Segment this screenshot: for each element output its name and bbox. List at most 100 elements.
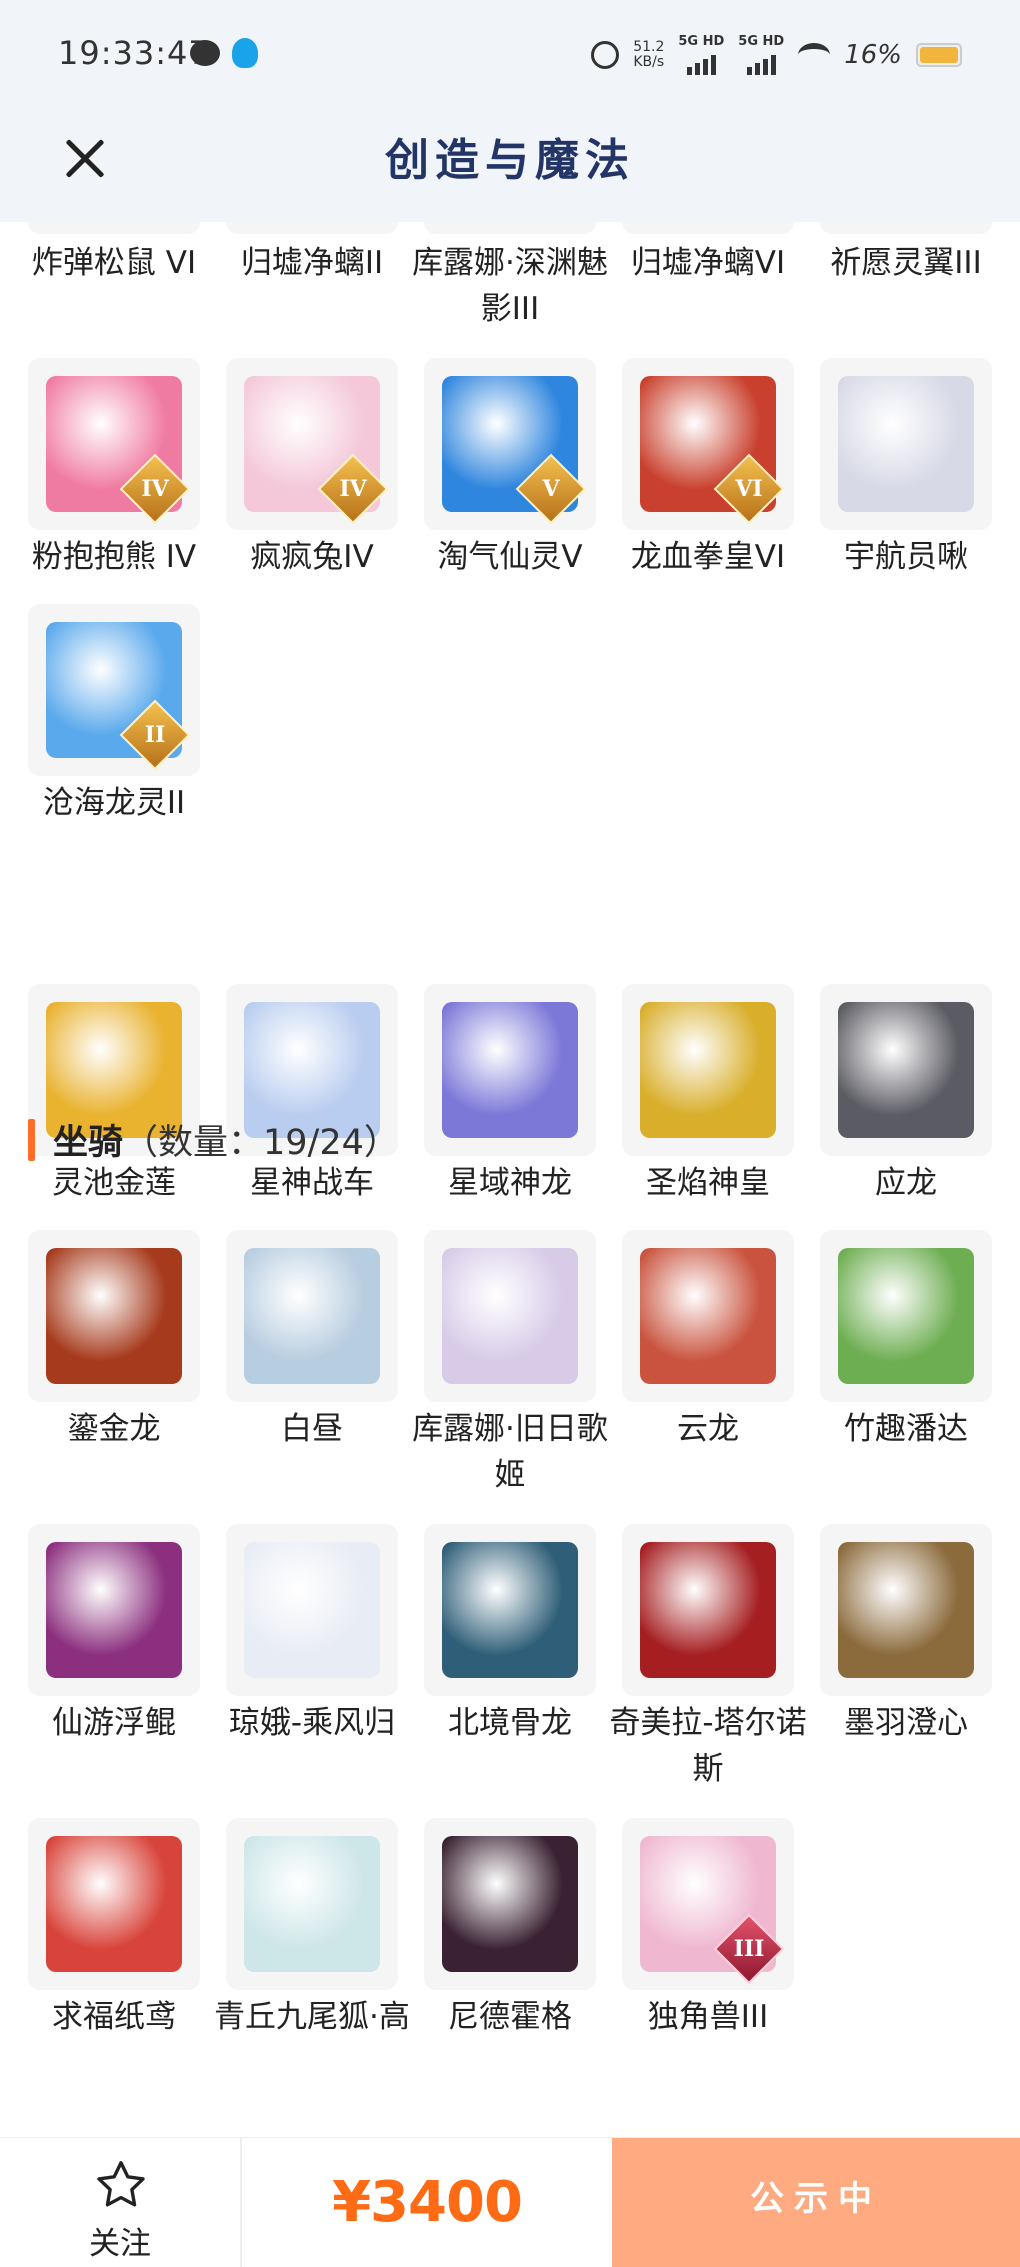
- section-count: （数量：19/24）: [123, 1123, 399, 1163]
- mount-name: 求福纸鸢: [52, 1999, 176, 2035]
- pet-name: 祈愿灵翼III: [830, 245, 982, 281]
- follow-button[interactable]: 关注: [0, 2138, 242, 2267]
- mount-item[interactable]: 灵池金莲: [28, 984, 200, 1206]
- mount-item[interactable]: 圣焰神皇: [622, 984, 794, 1206]
- pet-item[interactable]: VI 龙血拳皇VI: [622, 358, 794, 580]
- pet-name: 疯疯兔IV: [250, 539, 374, 575]
- mount-name: 云龙: [677, 1411, 739, 1447]
- mount-artwork: [838, 1002, 974, 1138]
- mount-item[interactable]: 星域神龙: [424, 984, 596, 1206]
- mount-thumbnail: [820, 984, 992, 1156]
- section-header-mounts: 坐骑 （数量：19/24）: [28, 1114, 399, 1165]
- message-icon: [190, 40, 220, 66]
- mount-item[interactable]: 琼娥-乘风归: [226, 1524, 398, 1746]
- mount-item[interactable]: 仙游浮鲲: [28, 1524, 200, 1746]
- mount-name: 库露娜·旧日歌姬: [412, 1411, 608, 1493]
- mount-item[interactable]: 应龙: [820, 984, 992, 1206]
- mount-artwork: [442, 1248, 578, 1384]
- pet-thumbnail: VI: [622, 358, 794, 530]
- mount-artwork: [46, 1542, 182, 1678]
- pet-thumbnail: IV: [226, 358, 398, 530]
- mount-item[interactable]: 青丘九尾狐·高: [214, 1818, 410, 2040]
- page-title: 创造与魔法: [385, 135, 635, 186]
- pet-item[interactable]: II 沧海龙灵II: [28, 604, 200, 826]
- star-icon: [97, 2161, 145, 2207]
- pet-thumbnail: [820, 358, 992, 530]
- bottom-action-bar: 关注 ¥3400 公示中: [0, 2137, 1020, 2267]
- mount-item[interactable]: III 独角兽III: [622, 1818, 794, 2040]
- mount-name: 北境骨龙: [448, 1705, 572, 1741]
- pet-thumbnail-edge: [28, 222, 200, 234]
- mount-item[interactable]: 北境骨龙: [424, 1524, 596, 1746]
- pet-item[interactable]: IV 疯疯兔IV: [226, 358, 398, 580]
- signal-icon: 5G HD: [678, 34, 724, 75]
- mount-artwork: [640, 1002, 776, 1138]
- pet-thumbnail: IV: [28, 358, 200, 530]
- mount-artwork: [640, 1542, 776, 1678]
- mount-name: 墨羽澄心: [844, 1705, 968, 1741]
- content-area[interactable]: 炸弹松鼠 VI 归墟净螭II 库露娜·深渊魅影III 归墟净螭VI 祈愿灵翼III IV 粉…: [0, 222, 1020, 2137]
- mount-item[interactable]: 库露娜·旧日歌姬: [412, 1230, 608, 1498]
- pet-name: 库露娜·深渊魅影III: [412, 245, 608, 327]
- mount-thumbnail: [424, 1524, 596, 1696]
- mount-name: 奇美拉-塔尔诺斯: [609, 1705, 807, 1787]
- mount-item[interactable]: 鎏金龙: [28, 1230, 200, 1452]
- section-accent-bar: [28, 1118, 35, 1161]
- mount-artwork: [46, 1248, 182, 1384]
- mount-thumbnail: [28, 1524, 200, 1696]
- mount-artwork: [244, 1248, 380, 1384]
- mount-artwork: [46, 1836, 182, 1972]
- qq-icon: [232, 38, 258, 68]
- publicity-status-button[interactable]: 公示中: [612, 2138, 1020, 2267]
- mount-name: 尼德霍格: [448, 1999, 572, 2035]
- mount-name: 应龙: [875, 1165, 937, 1201]
- pet-name: 炸弹松鼠 VI: [31, 245, 197, 281]
- mount-item[interactable]: 奇美拉-塔尔诺斯: [609, 1524, 807, 1792]
- mount-thumbnail: [820, 1524, 992, 1696]
- status-bar: 19:33:47 51.2 KB/s 5G HD 5G HD 16%: [0, 0, 1020, 110]
- pet-thumbnail: V: [424, 358, 596, 530]
- mount-artwork: [442, 1002, 578, 1138]
- mount-thumbnail: [820, 1230, 992, 1402]
- pet-item[interactable]: 宇航员啾: [820, 358, 992, 580]
- mount-thumbnail: [226, 1818, 398, 1990]
- pet-item[interactable]: IV 粉抱抱熊 IV: [28, 358, 200, 580]
- mount-name: 白昼: [281, 1411, 343, 1447]
- mount-artwork: [640, 1248, 776, 1384]
- mount-thumbnail: [424, 1230, 596, 1402]
- mount-name: 琼娥-乘风归: [228, 1705, 396, 1741]
- mount-thumbnail: III: [622, 1818, 794, 1990]
- mount-item[interactable]: 尼德霍格: [424, 1818, 596, 2040]
- mount-thumbnail: [424, 1818, 596, 1990]
- mount-name: 灵池金莲: [52, 1165, 176, 1201]
- mount-name: 圣焰神皇: [646, 1165, 770, 1201]
- pet-name: 沧海龙灵II: [42, 785, 186, 821]
- pet-name: 淘气仙灵V: [437, 539, 583, 575]
- alarm-icon: [591, 40, 620, 69]
- pet-name: 归墟净螭VI: [630, 245, 786, 281]
- mount-thumbnail: [622, 1524, 794, 1696]
- mount-item[interactable]: 求福纸鸢: [28, 1818, 200, 2040]
- pet-thumbnail: II: [28, 604, 200, 776]
- mount-item[interactable]: 竹趣潘达: [820, 1230, 992, 1452]
- pet-name: 龙血拳皇VI: [630, 539, 786, 575]
- mount-thumbnail: [28, 1230, 200, 1402]
- mount-thumbnail: [226, 1524, 398, 1696]
- mount-name: 星域神龙: [448, 1165, 572, 1201]
- mount-name: 竹趣潘达: [844, 1411, 968, 1447]
- app-header: 创造与魔法: [0, 110, 1020, 222]
- mount-thumbnail: [226, 1230, 398, 1402]
- pet-name: 粉抱抱熊 IV: [31, 539, 197, 575]
- mount-item[interactable]: 星神战车: [226, 984, 398, 1206]
- pet-item[interactable]: V 淘气仙灵V: [424, 358, 596, 580]
- pet-thumbnail-edge: [226, 222, 398, 234]
- section-title: 坐骑: [53, 1123, 124, 1163]
- mount-artwork: [838, 1248, 974, 1384]
- mount-artwork: [442, 1542, 578, 1678]
- mount-item[interactable]: 墨羽澄心: [820, 1524, 992, 1746]
- mount-item[interactable]: 云龙: [622, 1230, 794, 1452]
- battery-percent: 16%: [844, 39, 902, 70]
- mount-item[interactable]: 白昼: [226, 1230, 398, 1452]
- mount-name: 青丘九尾狐·高: [214, 1999, 410, 2035]
- mount-name: 鎏金龙: [67, 1411, 161, 1447]
